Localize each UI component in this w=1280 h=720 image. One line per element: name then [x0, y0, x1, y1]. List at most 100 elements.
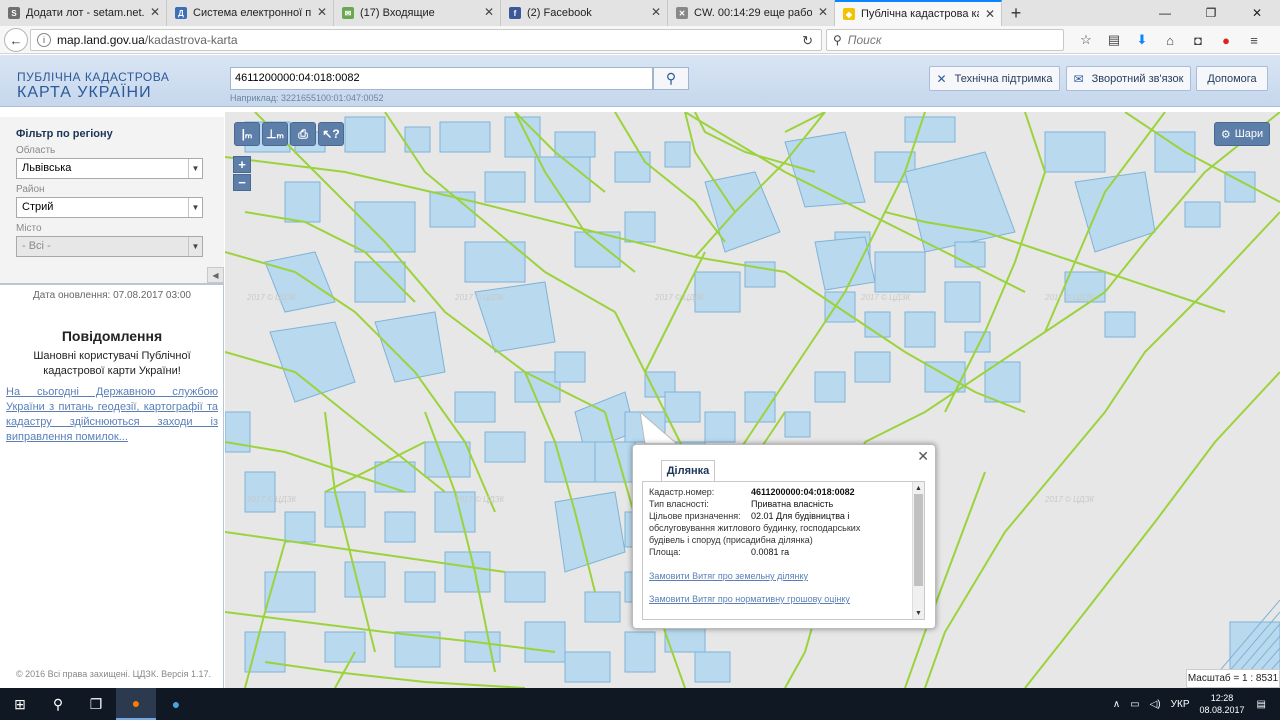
district-select[interactable]: Стрий ▼: [16, 197, 203, 218]
close-icon[interactable]: ✕: [150, 5, 160, 19]
cadastral-search-input[interactable]: 4611200000:04:018:0082: [230, 67, 653, 90]
browser-tab[interactable]: ✕ CW. 00:14:29 еще работать ✕: [668, 0, 835, 26]
order-valuation-link[interactable]: Замовити Витяг про нормативну грошову оц…: [649, 594, 850, 604]
purpose-continued: обслуговування житлового будинку, господ…: [649, 523, 861, 533]
back-button[interactable]: ←: [4, 28, 28, 52]
favicon-icon: ✉: [342, 7, 354, 19]
identify-icon[interactable]: ↖?: [318, 122, 344, 146]
tab-label: Додати лот - setam.net.ua: [26, 7, 144, 19]
measure-line-icon[interactable]: |ₘ: [234, 122, 260, 146]
search-example: Наприклад: 3221655100:01:047:0052: [230, 93, 384, 103]
home-icon[interactable]: ⌂: [1156, 30, 1184, 50]
favicon-icon: Д: [175, 7, 187, 19]
feedback-button[interactable]: ✉ Зворотний зв'язок: [1066, 66, 1191, 91]
print-icon[interactable]: ⎙: [290, 122, 316, 146]
tab-label: CW. 00:14:29 еще работать: [694, 7, 812, 19]
row-label: Тип власності:: [649, 499, 709, 509]
notifications-icon[interactable]: ▤: [1257, 699, 1266, 710]
chevron-down-icon[interactable]: ▼: [913, 607, 924, 619]
cadastral-map[interactable]: 2017 © ЦДЗК 2017 © ЦДЗК 2017 © ЦДЗК 2017…: [225, 112, 1280, 688]
browser-tab[interactable]: Д Система електронної пош ✕: [167, 0, 334, 26]
region-label: Область: [16, 145, 56, 156]
browser-tab[interactable]: f (2) Facebook ✕: [501, 0, 668, 26]
close-icon[interactable]: ✕: [917, 448, 929, 465]
tab-label: (17) Входящие: [360, 7, 435, 19]
order-extract-link[interactable]: Замовити Витяг про земельну ділянку: [649, 571, 808, 581]
info-icon[interactable]: i: [37, 33, 51, 47]
address-bar[interactable]: i map.land.gov.ua/kadastrova-karta ↻: [30, 29, 822, 51]
maximize-icon[interactable]: ❐: [1188, 0, 1234, 26]
logo-line-2: КАРТА УКРАЇНИ: [17, 84, 152, 101]
network-icon[interactable]: ▭: [1130, 699, 1139, 710]
feedback-label: Зворотний зв'язок: [1091, 72, 1184, 85]
update-date: Дата оновлення: 07.08.2017 03:00: [33, 290, 191, 301]
chevron-up-icon[interactable]: ▲: [913, 482, 924, 494]
browser-search-input[interactable]: ⚲ Поиск: [826, 29, 1064, 51]
close-icon[interactable]: ✕: [317, 5, 327, 19]
region-filter: Фільтр по регіону Область Львівська ▼ Ра…: [0, 117, 224, 285]
adblock-icon[interactable]: ●: [1212, 30, 1240, 50]
star-icon[interactable]: ☆: [1072, 30, 1100, 50]
browser-toolbar-icons: ☆ ▤ ⬇ ⌂ ◘ ● ≡: [1072, 30, 1268, 50]
pocket-icon[interactable]: ◘: [1184, 30, 1212, 50]
search-icon[interactable]: ⚲: [38, 688, 78, 720]
zoom-in-button[interactable]: +: [233, 156, 251, 173]
measure-area-icon[interactable]: ⊥ₘ: [262, 122, 288, 146]
chevron-down-icon: ▼: [188, 159, 202, 178]
download-icon[interactable]: ⬇: [1128, 30, 1156, 50]
close-icon[interactable]: ✕: [1234, 0, 1280, 26]
map-watermark: 2017 © ЦДЗК: [454, 495, 505, 504]
tab-parcel[interactable]: Ділянка: [661, 460, 715, 481]
new-tab-button[interactable]: +: [1002, 0, 1030, 26]
favicon-icon: f: [509, 7, 521, 19]
filter-title: Фільтр по регіону: [16, 128, 113, 140]
ownership-value: Приватна власність: [751, 499, 834, 509]
support-label: Технічна підтримка: [954, 72, 1053, 85]
layers-button[interactable]: ⚙ Шари: [1214, 122, 1270, 146]
chevron-down-icon: ▼: [188, 198, 202, 217]
close-icon[interactable]: ✕: [985, 7, 995, 21]
help-button[interactable]: Допомога: [1196, 66, 1268, 91]
reader-icon[interactable]: ▤: [1100, 30, 1128, 50]
search-button[interactable]: ⚲: [653, 67, 689, 90]
purpose-continued: будівель і споруд (присадибна ділянка): [649, 535, 813, 545]
city-label: Місто: [16, 223, 42, 234]
clock-time: 12:28: [1210, 693, 1234, 703]
search-icon: ⚲: [833, 33, 842, 47]
browser-tab[interactable]: S Додати лот - setam.net.ua ✕: [0, 0, 167, 26]
tab-label: (2) Facebook: [527, 7, 592, 19]
notice-link[interactable]: На сьогодні Державною службою України з …: [6, 385, 218, 445]
map-watermark: 2017 © ЦДЗК: [1044, 495, 1095, 504]
scroll-thumb[interactable]: [914, 494, 923, 586]
browser-tab[interactable]: ✉ (17) Входящие ✕: [334, 0, 501, 26]
popup-scrollbar[interactable]: ▲ ▼: [912, 482, 924, 619]
city-select: - Всі - ▼: [16, 236, 203, 257]
menu-icon[interactable]: ≡: [1240, 30, 1268, 50]
region-select[interactable]: Львівська ▼: [16, 158, 203, 179]
windows-start-icon[interactable]: ⊞: [0, 688, 40, 720]
keyboard-language[interactable]: УКР: [1171, 699, 1190, 710]
minimize-icon[interactable]: —: [1142, 0, 1188, 26]
app-icon[interactable]: ●: [156, 688, 196, 720]
close-icon[interactable]: ✕: [484, 5, 494, 19]
row-label: Площа:: [649, 547, 681, 557]
collapse-panel-button[interactable]: ◀: [207, 267, 224, 283]
zoom-out-button[interactable]: −: [233, 174, 251, 191]
reload-icon[interactable]: ↻: [802, 33, 813, 49]
browser-tab-active[interactable]: ◆ Публічна кадастрова карта ✕: [835, 0, 1002, 26]
chevron-up-icon[interactable]: ∧: [1113, 699, 1120, 710]
close-icon[interactable]: ✕: [818, 5, 828, 19]
volume-icon[interactable]: ◁): [1150, 699, 1161, 710]
scale-indicator: Масштаб = 1 : 8531: [1186, 669, 1280, 688]
task-view-icon[interactable]: ❐: [76, 688, 116, 720]
region-value: Львівська: [22, 162, 72, 174]
map-watermark: 2017 © ЦДЗК: [246, 495, 297, 504]
clock[interactable]: 12:28 08.08.2017: [1200, 692, 1245, 716]
url-path: /kadastrova-karta: [144, 33, 238, 47]
map-watermark: 2017 © ЦДЗК: [1044, 293, 1095, 302]
close-icon[interactable]: ✕: [651, 5, 661, 19]
windows-taskbar: ⊞ ⚲ ❐ ● ● ∧ ▭ ◁) УКР 12:28 08.08.2017 ▤: [0, 688, 1280, 720]
firefox-icon[interactable]: ●: [116, 688, 156, 720]
support-button[interactable]: ✕ Технічна підтримка: [929, 66, 1060, 91]
system-tray: ∧ ▭ ◁) УКР 12:28 08.08.2017 ▤: [1113, 688, 1280, 720]
